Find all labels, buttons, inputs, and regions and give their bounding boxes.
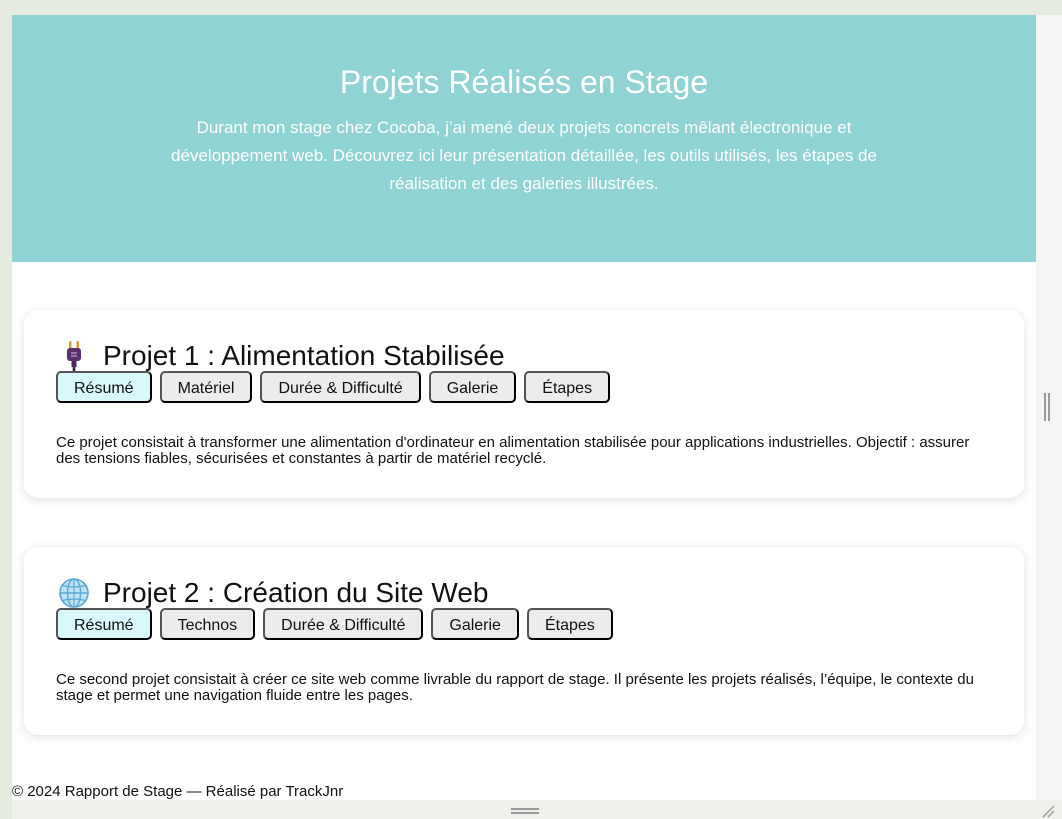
electric-plug-icon [67, 341, 81, 373]
globe-icon [59, 578, 89, 608]
project-card-2: Projet 2 : Création du Site Web Résumé T… [24, 547, 1024, 735]
project-tabs: Résumé Matériel Durée & Difficulté Galer… [56, 371, 618, 403]
tab-galerie[interactable]: Galerie [431, 608, 519, 640]
hero-intro: Durant mon stage chez Cocoba, j’ai mené … [171, 118, 877, 193]
hero-banner: Projets Réalisés en Stage Durant mon sta… [12, 15, 1036, 262]
project-tabs: Résumé Technos Durée & Difficulté Galeri… [56, 608, 621, 640]
tab-duree-difficulte[interactable]: Durée & Difficulté [263, 608, 424, 640]
tab-technos[interactable]: Technos [159, 608, 256, 640]
scrollbar-grip-icon[interactable] [1044, 393, 1050, 421]
tab-etapes[interactable]: Étapes [524, 371, 611, 403]
tab-galerie[interactable]: Galerie [428, 371, 517, 403]
tab-etapes[interactable]: Étapes [526, 608, 613, 640]
project-summary: Ce second projet consistait à créer ce s… [56, 671, 974, 704]
project-card-1: Projet 1 : Alimentation Stabilisée Résum… [24, 310, 1024, 498]
page-title: Projets Réalisés en Stage [339, 64, 709, 100]
project-summary: Ce projet consistait à transformer une a… [56, 434, 970, 467]
project-title: Projet 1 : Alimentation Stabilisée [56, 338, 505, 374]
tab-materiel[interactable]: Matériel [159, 371, 253, 403]
project-title: Projet 2 : Création du Site Web [56, 575, 488, 611]
tab-resume[interactable]: Résumé [56, 608, 152, 640]
tab-duree-difficulte[interactable]: Durée & Difficulté [260, 371, 421, 403]
page-content: Projets Réalisés en Stage Durant mon sta… [12, 15, 1036, 800]
horizontal-grip-icon[interactable] [511, 808, 539, 814]
tab-resume[interactable]: Résumé [56, 371, 152, 403]
resize-handle-icon[interactable] [1040, 803, 1056, 819]
footer-copyright: © 2024 Rapport de Stage — Réalisé par Tr… [12, 783, 344, 800]
